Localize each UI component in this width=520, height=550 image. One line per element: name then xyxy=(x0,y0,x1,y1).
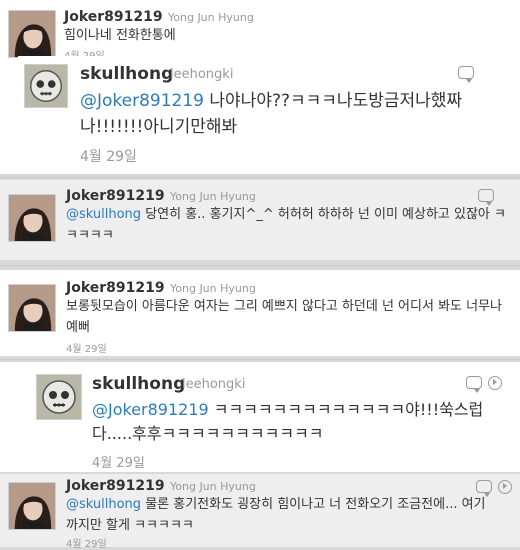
tweet-1: Joker891219 Yong Jun Hyung 힘이나네 전화한통에 4월… xyxy=(0,0,520,174)
real-name: leehongki xyxy=(182,377,246,392)
tweet-text: @skullhong 물론 홍기전화도 굉장히 힘이나고 너 전화오기 조금전에… xyxy=(66,494,486,536)
reply-icon[interactable] xyxy=(458,66,474,83)
divider xyxy=(0,359,520,360)
tweet-actions xyxy=(466,376,502,393)
username[interactable]: skullhong xyxy=(80,64,173,84)
tweet-text: @skullhong 당연히 홍.. 홍기지^_^ 허허허 하하하 넌 이미 예… xyxy=(66,204,506,246)
tweet-3: Joker891219 Yong Jun Hyung @skullhong 당연… xyxy=(0,180,520,260)
mention-link[interactable]: @skullhong xyxy=(66,207,141,222)
real-name: Yong Jun Hyung xyxy=(170,190,256,203)
timestamp[interactable]: 4월 29일 xyxy=(92,452,145,471)
tweet-text: @Joker891219 나야나야??ㅋㅋㅋ나도방금저나했짜나!!!!!!!아니… xyxy=(80,88,510,140)
username[interactable]: Joker891219 xyxy=(66,478,165,494)
timestamp[interactable]: 4월 29일 xyxy=(66,340,107,355)
timestamp[interactable]: 4월 29일 xyxy=(66,535,107,550)
avatar-joker[interactable] xyxy=(8,482,56,530)
mention-link[interactable]: @Joker891219 xyxy=(92,400,209,419)
tweet-card: skullhong leehongki @Joker891219 ㅋㅋㅋㅋㅋㅋㅋ… xyxy=(26,364,516,471)
username[interactable]: Joker891219 xyxy=(64,9,163,25)
reply-icon[interactable] xyxy=(476,480,492,497)
username[interactable]: Joker891219 xyxy=(66,188,165,204)
embedded-tweet-2: skullhong leehongki @Joker891219 나야나야??ㅋ… xyxy=(18,56,518,172)
mention-link[interactable]: @Joker891219 xyxy=(80,91,204,111)
tweet-actions xyxy=(476,480,512,497)
avatar-joker[interactable] xyxy=(8,194,56,242)
avatar-joker[interactable] xyxy=(8,10,56,58)
avatar-skull[interactable] xyxy=(36,374,82,420)
tweet-actions xyxy=(478,189,494,206)
tweet-5: skullhong leehongki @Joker891219 ㅋㅋㅋㅋㅋㅋㅋ… xyxy=(0,362,520,472)
reply-icon[interactable] xyxy=(466,376,482,393)
real-name: leehongki xyxy=(170,67,234,82)
real-name: Yong Jun Hyung xyxy=(170,282,256,295)
tweet-text: 힘이나네 전화한통에 xyxy=(64,25,504,46)
tweet-text: @Joker891219 ㅋㅋㅋㅋㅋㅋㅋㅋㅋㅋㅋㅋㅋ야!!!쑥스럽다.....후… xyxy=(92,398,502,446)
real-name: Yong Jun Hyung xyxy=(170,480,256,493)
mention-link[interactable]: @skullhong xyxy=(66,497,141,512)
avatar-joker[interactable] xyxy=(8,284,56,332)
tweet-text: 보롱뒷모습이 아름다운 여자는 그리 예쁘지 않다고 하던데 넌 어디서 봐도 … xyxy=(66,296,506,338)
tweet-actions xyxy=(458,66,474,83)
tweet-body: 보롱뒷모습이 아름다운 여자는 그리 예쁘지 않다고 하던데 넌 어디서 봐도 … xyxy=(66,299,503,335)
conversation-icon[interactable] xyxy=(498,480,512,494)
tweet-6: Joker891219 Yong Jun Hyung @skullhong 물론… xyxy=(0,474,520,550)
timestamp[interactable]: 4월 29일 xyxy=(80,146,137,166)
conversation-icon[interactable] xyxy=(488,376,502,390)
real-name: Yong Jun Hyung xyxy=(168,11,254,24)
tweet-body: 힘이나네 전화한통에 xyxy=(64,28,176,43)
reply-icon[interactable] xyxy=(478,189,494,206)
divider xyxy=(0,177,520,178)
avatar-skull[interactable] xyxy=(24,64,68,108)
tweet-4: Joker891219 Yong Jun Hyung 보롱뒷모습이 아름다운 여… xyxy=(0,270,520,356)
username[interactable]: skullhong xyxy=(92,374,185,394)
username[interactable]: Joker891219 xyxy=(66,280,165,296)
divider xyxy=(0,265,520,266)
